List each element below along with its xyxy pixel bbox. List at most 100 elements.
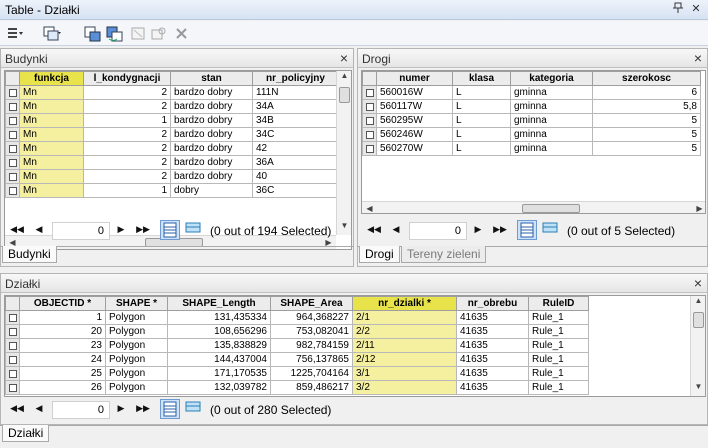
budynki-vscroll-thumb[interactable] [339, 87, 350, 103]
show-selected-records-button[interactable] [184, 220, 204, 240]
tab-drogi[interactable]: Drogi [359, 246, 400, 263]
table-row[interactable]: 560270W Lgminna 5 [362, 141, 701, 156]
row-selector[interactable] [362, 113, 377, 128]
row-selector-box[interactable] [8, 88, 17, 97]
budynki-close-button[interactable]: × [340, 50, 348, 66]
table-cell[interactable]: 1 [83, 183, 171, 198]
table-cell[interactable]: 2 [83, 99, 171, 114]
table-cell[interactable]: L [452, 127, 511, 142]
prev-record-button[interactable]: ◀ [389, 224, 403, 235]
table-cell[interactable]: bardzo dobry [170, 141, 253, 156]
table-cell[interactable]: 1225,704164 [270, 366, 353, 381]
table-cell[interactable]: 171,170535 [167, 366, 271, 381]
table-cell[interactable]: 2 [83, 155, 171, 170]
row-selector[interactable] [5, 85, 20, 100]
table-cell[interactable]: 5,8 [592, 99, 701, 114]
row-selector[interactable] [5, 113, 20, 128]
table-cell[interactable]: Polygon [105, 338, 168, 353]
table-cell[interactable]: 2 [83, 85, 171, 100]
table-cell[interactable]: 1 [83, 113, 171, 128]
dzialki-col-ruleid[interactable]: RuleID [528, 296, 589, 311]
table-cell[interactable]: 131,435334 [167, 310, 271, 325]
budynki-record-input[interactable]: 0 [52, 222, 110, 240]
budynki-col-stan[interactable]: stan [170, 71, 253, 86]
table-cell[interactable]: 41635 [456, 324, 529, 339]
table-cell[interactable]: 560295W [376, 113, 453, 128]
row-selector[interactable] [5, 352, 20, 367]
row-selector[interactable] [5, 338, 20, 353]
table-cell[interactable]: Rule_1 [528, 352, 589, 367]
table-cell[interactable]: bardzo dobry [170, 155, 253, 170]
first-record-button[interactable]: ◀◀ [10, 224, 24, 235]
table-cell[interactable]: Rule_1 [528, 366, 589, 381]
table-cell[interactable]: bardzo dobry [170, 113, 253, 128]
clear-selection-button[interactable] [130, 25, 148, 42]
table-cell[interactable]: 2/1 [352, 310, 457, 325]
table-cell[interactable]: 2 [83, 141, 171, 156]
row-selector[interactable] [362, 127, 377, 142]
budynki-col-nr-policyjny[interactable]: nr_policyjny [252, 71, 339, 86]
table-cell[interactable]: 111N [252, 85, 339, 100]
row-selector-box[interactable] [8, 130, 17, 139]
table-cell[interactable]: 2 [83, 127, 171, 142]
row-selector-box[interactable] [8, 313, 17, 322]
table-row[interactable]: 1 Polygon 131,435334 964,368227 2/1 41635 Rule… [5, 310, 589, 325]
row-selector[interactable] [5, 183, 20, 198]
select-by-attributes-button[interactable] [84, 25, 102, 42]
table-row[interactable]: 560246W Lgminna 5 [362, 127, 701, 142]
table-cell[interactable]: 756,137865 [270, 352, 353, 367]
row-selector[interactable] [5, 169, 20, 184]
table-row[interactable]: Mn 1 dobry 36C [5, 183, 339, 198]
table-cell[interactable]: 41635 [456, 352, 529, 367]
pin-button[interactable] [670, 2, 686, 17]
table-cell[interactable]: 41635 [456, 338, 529, 353]
table-row[interactable]: Mn 1 bardzo dobry 34B [5, 113, 339, 128]
table-cell[interactable]: 5 [592, 127, 701, 142]
dzialki-vscrollbar[interactable]: ▲ ▼ [690, 296, 705, 396]
dzialki-col-nr-dzialki[interactable]: nr_dzialki * [352, 296, 457, 311]
table-cell[interactable]: L [452, 85, 511, 100]
show-all-records-button[interactable] [517, 220, 537, 240]
show-selected-records-button[interactable] [541, 220, 561, 240]
budynki-col-funkcja[interactable]: funkcja [19, 71, 84, 86]
row-selector-box[interactable] [8, 355, 17, 364]
table-cell[interactable]: gminna [510, 127, 593, 142]
table-cell[interactable]: 41635 [456, 310, 529, 325]
table-cell[interactable]: Polygon [105, 366, 168, 381]
drogi-record-input[interactable]: 0 [409, 222, 467, 240]
table-cell[interactable]: Mn [19, 99, 84, 114]
table-cell[interactable]: 753,082041 [270, 324, 353, 339]
table-cell[interactable]: 36A [252, 155, 339, 170]
table-cell[interactable]: 3/2 [352, 380, 457, 395]
dzialki-select-all[interactable] [5, 296, 20, 311]
table-row[interactable]: 23 Polygon 135,838829 982,784159 2/11 41635 Ru… [5, 338, 589, 353]
prev-record-button[interactable]: ◀ [32, 224, 46, 235]
table-cell[interactable]: gminna [510, 85, 593, 100]
table-row[interactable]: 25 Polygon 171,170535 1225,704164 3/1 41635 Ru… [5, 366, 589, 381]
table-cell[interactable]: 23 [19, 338, 106, 353]
budynki-select-all[interactable] [5, 71, 20, 86]
scroll-left-icon[interactable]: ◀ [362, 204, 377, 213]
drogi-col-numer[interactable]: numer [376, 71, 453, 86]
table-cell[interactable]: 560270W [376, 141, 453, 156]
row-selector-box[interactable] [8, 158, 17, 167]
table-cell[interactable]: 3/1 [352, 366, 457, 381]
table-row[interactable]: 26 Polygon 132,039782 859,486217 3/2 41635 Rul… [5, 380, 589, 395]
table-cell[interactable]: 982,784159 [270, 338, 353, 353]
table-row[interactable]: Mn 2 bardzo dobry 40 [5, 169, 339, 184]
table-cell[interactable]: 1 [19, 310, 106, 325]
row-selector[interactable] [5, 324, 20, 339]
table-row[interactable]: Mn 2 bardzo dobry 34C [5, 127, 339, 142]
dzialki-col-shape-area[interactable]: SHAPE_Area [270, 296, 353, 311]
row-selector[interactable] [5, 141, 20, 156]
table-cell[interactable]: gminna [510, 141, 593, 156]
scroll-up-icon[interactable]: ▲ [691, 296, 705, 305]
table-cell[interactable]: 5 [592, 141, 701, 156]
dzialki-col-shape-length[interactable]: SHAPE_Length [167, 296, 271, 311]
table-cell[interactable]: Polygon [105, 352, 168, 367]
table-cell[interactable]: Polygon [105, 324, 168, 339]
row-selector-box[interactable] [8, 102, 17, 111]
table-cell[interactable]: 2/2 [352, 324, 457, 339]
table-cell[interactable]: 36C [252, 183, 339, 198]
table-cell[interactable]: bardzo dobry [170, 169, 253, 184]
